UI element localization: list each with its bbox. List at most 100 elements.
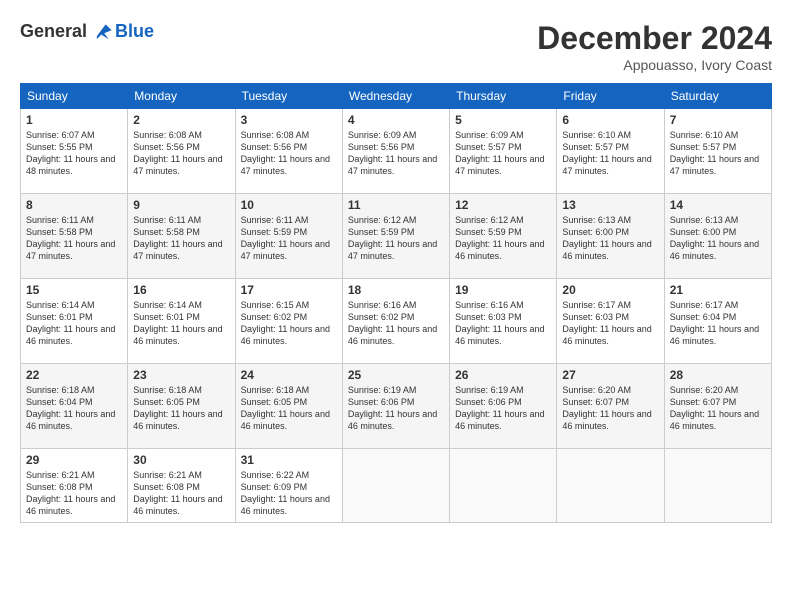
day-info: Sunrise: 6:21 AM Sunset: 6:08 PM Dayligh… <box>26 469 122 518</box>
day-info: Sunrise: 6:21 AM Sunset: 6:08 PM Dayligh… <box>133 469 229 518</box>
title-section: December 2024 Appouasso, Ivory Coast <box>537 20 772 73</box>
day-info: Sunrise: 6:08 AM Sunset: 5:56 PM Dayligh… <box>241 129 337 178</box>
logo-bird-icon <box>91 20 113 42</box>
day-info: Sunrise: 6:18 AM Sunset: 6:05 PM Dayligh… <box>133 384 229 433</box>
calendar-cell: 7 Sunrise: 6:10 AM Sunset: 5:57 PM Dayli… <box>664 109 771 194</box>
calendar-cell: 9 Sunrise: 6:11 AM Sunset: 5:58 PM Dayli… <box>128 194 235 279</box>
day-info: Sunrise: 6:14 AM Sunset: 6:01 PM Dayligh… <box>133 299 229 348</box>
day-number: 26 <box>455 368 551 382</box>
day-number: 21 <box>670 283 766 297</box>
calendar-cell <box>342 449 449 523</box>
day-info: Sunrise: 6:22 AM Sunset: 6:09 PM Dayligh… <box>241 469 337 518</box>
day-info: Sunrise: 6:18 AM Sunset: 6:04 PM Dayligh… <box>26 384 122 433</box>
day-info: Sunrise: 6:12 AM Sunset: 5:59 PM Dayligh… <box>455 214 551 263</box>
calendar-cell: 17 Sunrise: 6:15 AM Sunset: 6:02 PM Dayl… <box>235 279 342 364</box>
calendar-cell: 20 Sunrise: 6:17 AM Sunset: 6:03 PM Dayl… <box>557 279 664 364</box>
day-info: Sunrise: 6:15 AM Sunset: 6:02 PM Dayligh… <box>241 299 337 348</box>
calendar-cell: 2 Sunrise: 6:08 AM Sunset: 5:56 PM Dayli… <box>128 109 235 194</box>
day-info: Sunrise: 6:08 AM Sunset: 5:56 PM Dayligh… <box>133 129 229 178</box>
day-number: 8 <box>26 198 122 212</box>
day-info: Sunrise: 6:19 AM Sunset: 6:06 PM Dayligh… <box>348 384 444 433</box>
day-info: Sunrise: 6:10 AM Sunset: 5:57 PM Dayligh… <box>670 129 766 178</box>
day-info: Sunrise: 6:09 AM Sunset: 5:57 PM Dayligh… <box>455 129 551 178</box>
day-number: 24 <box>241 368 337 382</box>
day-info: Sunrise: 6:18 AM Sunset: 6:05 PM Dayligh… <box>241 384 337 433</box>
calendar-cell: 15 Sunrise: 6:14 AM Sunset: 6:01 PM Dayl… <box>21 279 128 364</box>
calendar-cell: 1 Sunrise: 6:07 AM Sunset: 5:55 PM Dayli… <box>21 109 128 194</box>
calendar-cell: 8 Sunrise: 6:11 AM Sunset: 5:58 PM Dayli… <box>21 194 128 279</box>
day-number: 5 <box>455 113 551 127</box>
col-friday: Friday <box>557 84 664 109</box>
day-number: 4 <box>348 113 444 127</box>
col-thursday: Thursday <box>450 84 557 109</box>
location: Appouasso, Ivory Coast <box>537 57 772 73</box>
calendar-cell: 24 Sunrise: 6:18 AM Sunset: 6:05 PM Dayl… <box>235 364 342 449</box>
day-number: 10 <box>241 198 337 212</box>
calendar-cell <box>664 449 771 523</box>
day-number: 31 <box>241 453 337 467</box>
calendar-cell <box>450 449 557 523</box>
day-info: Sunrise: 6:16 AM Sunset: 6:03 PM Dayligh… <box>455 299 551 348</box>
day-number: 25 <box>348 368 444 382</box>
day-number: 2 <box>133 113 229 127</box>
calendar-cell: 18 Sunrise: 6:16 AM Sunset: 6:02 PM Dayl… <box>342 279 449 364</box>
calendar-cell: 5 Sunrise: 6:09 AM Sunset: 5:57 PM Dayli… <box>450 109 557 194</box>
day-info: Sunrise: 6:17 AM Sunset: 6:03 PM Dayligh… <box>562 299 658 348</box>
day-info: Sunrise: 6:17 AM Sunset: 6:04 PM Dayligh… <box>670 299 766 348</box>
page: General Blue December 2024 Appouasso, Iv… <box>0 0 792 612</box>
day-info: Sunrise: 6:09 AM Sunset: 5:56 PM Dayligh… <box>348 129 444 178</box>
day-number: 28 <box>670 368 766 382</box>
header: General Blue December 2024 Appouasso, Iv… <box>20 20 772 73</box>
day-number: 23 <box>133 368 229 382</box>
col-saturday: Saturday <box>664 84 771 109</box>
day-info: Sunrise: 6:10 AM Sunset: 5:57 PM Dayligh… <box>562 129 658 178</box>
day-info: Sunrise: 6:12 AM Sunset: 5:59 PM Dayligh… <box>348 214 444 263</box>
calendar: Sunday Monday Tuesday Wednesday Thursday… <box>20 83 772 523</box>
calendar-cell: 16 Sunrise: 6:14 AM Sunset: 6:01 PM Dayl… <box>128 279 235 364</box>
calendar-cell: 30 Sunrise: 6:21 AM Sunset: 6:08 PM Dayl… <box>128 449 235 523</box>
calendar-cell: 19 Sunrise: 6:16 AM Sunset: 6:03 PM Dayl… <box>450 279 557 364</box>
day-number: 14 <box>670 198 766 212</box>
calendar-cell: 31 Sunrise: 6:22 AM Sunset: 6:09 PM Dayl… <box>235 449 342 523</box>
calendar-cell: 14 Sunrise: 6:13 AM Sunset: 6:00 PM Dayl… <box>664 194 771 279</box>
calendar-cell: 22 Sunrise: 6:18 AM Sunset: 6:04 PM Dayl… <box>21 364 128 449</box>
day-number: 22 <box>26 368 122 382</box>
calendar-cell: 12 Sunrise: 6:12 AM Sunset: 5:59 PM Dayl… <box>450 194 557 279</box>
day-number: 20 <box>562 283 658 297</box>
day-number: 30 <box>133 453 229 467</box>
day-info: Sunrise: 6:13 AM Sunset: 6:00 PM Dayligh… <box>562 214 658 263</box>
day-number: 15 <box>26 283 122 297</box>
calendar-cell: 11 Sunrise: 6:12 AM Sunset: 5:59 PM Dayl… <box>342 194 449 279</box>
day-number: 3 <box>241 113 337 127</box>
day-info: Sunrise: 6:11 AM Sunset: 5:58 PM Dayligh… <box>26 214 122 263</box>
day-number: 11 <box>348 198 444 212</box>
month-title: December 2024 <box>537 20 772 57</box>
logo-blue: Blue <box>115 21 154 42</box>
day-number: 9 <box>133 198 229 212</box>
day-info: Sunrise: 6:07 AM Sunset: 5:55 PM Dayligh… <box>26 129 122 178</box>
day-info: Sunrise: 6:19 AM Sunset: 6:06 PM Dayligh… <box>455 384 551 433</box>
day-number: 27 <box>562 368 658 382</box>
calendar-cell: 21 Sunrise: 6:17 AM Sunset: 6:04 PM Dayl… <box>664 279 771 364</box>
calendar-cell: 4 Sunrise: 6:09 AM Sunset: 5:56 PM Dayli… <box>342 109 449 194</box>
day-number: 7 <box>670 113 766 127</box>
calendar-cell: 3 Sunrise: 6:08 AM Sunset: 5:56 PM Dayli… <box>235 109 342 194</box>
calendar-cell: 27 Sunrise: 6:20 AM Sunset: 6:07 PM Dayl… <box>557 364 664 449</box>
day-number: 16 <box>133 283 229 297</box>
calendar-cell: 23 Sunrise: 6:18 AM Sunset: 6:05 PM Dayl… <box>128 364 235 449</box>
day-info: Sunrise: 6:16 AM Sunset: 6:02 PM Dayligh… <box>348 299 444 348</box>
day-info: Sunrise: 6:14 AM Sunset: 6:01 PM Dayligh… <box>26 299 122 348</box>
day-number: 12 <box>455 198 551 212</box>
day-info: Sunrise: 6:11 AM Sunset: 5:58 PM Dayligh… <box>133 214 229 263</box>
day-info: Sunrise: 6:20 AM Sunset: 6:07 PM Dayligh… <box>562 384 658 433</box>
day-number: 18 <box>348 283 444 297</box>
day-number: 6 <box>562 113 658 127</box>
calendar-cell: 25 Sunrise: 6:19 AM Sunset: 6:06 PM Dayl… <box>342 364 449 449</box>
calendar-cell <box>557 449 664 523</box>
logo: General Blue <box>20 20 154 42</box>
calendar-cell: 6 Sunrise: 6:10 AM Sunset: 5:57 PM Dayli… <box>557 109 664 194</box>
calendar-cell: 26 Sunrise: 6:19 AM Sunset: 6:06 PM Dayl… <box>450 364 557 449</box>
day-number: 17 <box>241 283 337 297</box>
col-wednesday: Wednesday <box>342 84 449 109</box>
col-sunday: Sunday <box>21 84 128 109</box>
